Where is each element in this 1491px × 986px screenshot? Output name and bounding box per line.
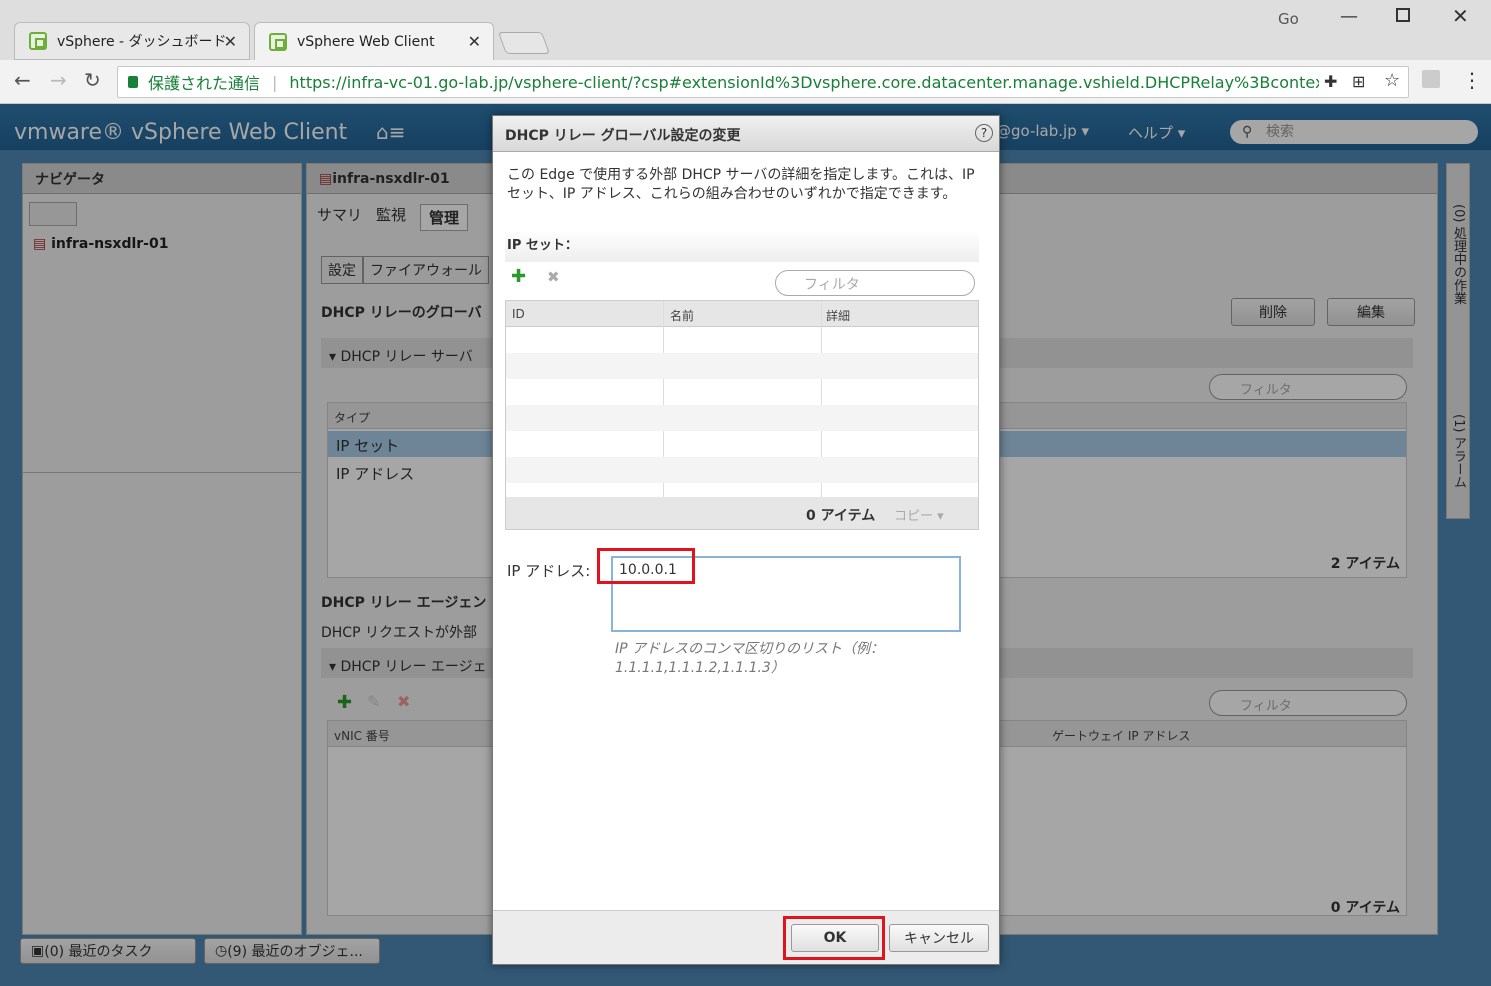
profile-name[interactable]: Go — [1278, 10, 1299, 28]
extension-icon[interactable] — [1422, 70, 1440, 88]
secure-label: 保護された通信 — [148, 74, 261, 93]
add-icon[interactable]: ✚ — [511, 266, 526, 287]
url-text: https://infra-vc-01.go-lab.jp/vsphere-cl… — [289, 72, 1320, 92]
extension-icon[interactable]: ✚ — [1324, 72, 1337, 91]
delete-x-icon[interactable]: ✖ — [547, 268, 560, 286]
copy-button[interactable]: コピー ▾ — [894, 505, 944, 524]
vsphere-favicon-icon — [29, 32, 47, 50]
close-tab-icon[interactable]: ✕ — [468, 32, 481, 51]
col-name: 名前 — [670, 309, 695, 323]
browser-tab-web-client[interactable]: vSphere Web Client ✕ — [254, 22, 494, 60]
highlight-box — [783, 916, 885, 960]
dialog-title: DHCP リレー グローバル設定の変更 — [493, 116, 999, 152]
tab-label: vSphere Web Client — [297, 33, 435, 50]
edit-relay-dialog: DHCP リレー グローバル設定の変更 ? この Edge で使用する外部 DH… — [492, 115, 1000, 965]
col-detail: 詳細 — [826, 309, 851, 323]
new-tab-button[interactable] — [497, 32, 551, 54]
translate-icon[interactable]: ⊞ — [1352, 72, 1365, 91]
filter-input[interactable]: フィルタ — [775, 270, 975, 296]
tab-label: vSphere - ダッシュボード — [57, 34, 227, 50]
ip-address-label: IP アドレス: — [507, 562, 591, 580]
close-window-icon[interactable]: ✕ — [1452, 4, 1469, 28]
browser-titlebar: vSphere - ダッシュボード ✕ vSphere Web Client ✕… — [0, 0, 1491, 60]
item-count: 0 アイテム — [806, 508, 876, 524]
ip-hint: IP アドレスのコンマ区切りのリスト（例：1.1.1.1,1.1.1.2,1.1… — [615, 641, 885, 676]
filter-placeholder: フィルタ — [804, 277, 860, 293]
bookmark-star-icon[interactable]: ☆ — [1384, 70, 1400, 91]
vsphere-favicon-icon — [269, 32, 287, 51]
dialog-description: この Edge で使用する外部 DHCP サーバの詳細を指定します。これは、IP… — [507, 167, 975, 202]
col-id: ID — [512, 307, 525, 321]
back-icon[interactable]: ← — [14, 68, 31, 92]
help-icon[interactable]: ? — [975, 124, 993, 142]
highlight-box — [597, 548, 695, 584]
ipset-label: IP セット： — [505, 230, 979, 262]
omnibox[interactable]: 保護された通信 | https://infra-vc-01.go-lab.jp/… — [117, 66, 1409, 98]
maximize-icon[interactable] — [1396, 8, 1410, 22]
menu-icon[interactable]: ⋮ — [1462, 68, 1482, 92]
cancel-button[interactable]: キャンセル — [889, 924, 989, 952]
grid-header: ID 名前 詳細 — [506, 301, 978, 327]
minimize-icon[interactable]: — — [1340, 6, 1358, 27]
lock-icon — [128, 76, 138, 88]
browser-tab-dashboard[interactable]: vSphere - ダッシュボード ✕ — [14, 22, 250, 60]
ipset-grid: ID 名前 詳細 0 アイテム コピー ▾ — [505, 300, 979, 530]
reload-icon[interactable]: ↻ — [84, 68, 101, 92]
forward-icon[interactable]: → — [50, 68, 67, 92]
close-tab-icon[interactable]: ✕ — [224, 32, 237, 51]
grid-footer: 0 アイテム コピー ▾ — [506, 497, 978, 529]
